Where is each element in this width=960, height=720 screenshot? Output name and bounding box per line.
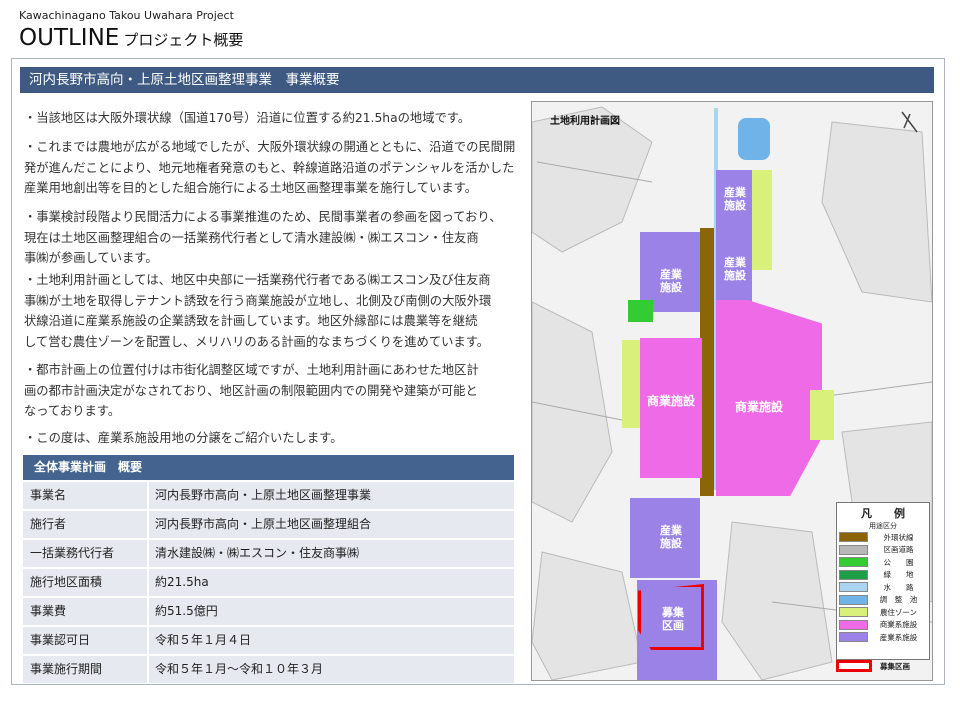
legend-swatch: [839, 582, 868, 593]
legend-label: 公 園: [883, 557, 914, 567]
label-industrial-west: 産業施設: [660, 268, 682, 294]
row-label: 事業認可日: [30, 633, 91, 647]
legend-label: 外環状線: [883, 532, 914, 542]
row-value: 令和５年１月～令和１０年３月: [147, 656, 514, 683]
row-value: 河内長野市高向・上原土地区画整理事業: [147, 482, 514, 509]
paragraph-line: ・都市計画上の位置付けは市街化調整区域ですが、土地利用計画にあわせた地区計: [24, 363, 479, 377]
label-industrial-south: 産業施設: [660, 524, 682, 550]
page-title: OUTLINE プロジェクト概要: [19, 24, 243, 54]
paragraph-line: 現在は土地区画整理組合の一括業務代行者として清水建設㈱・㈱エスコン・住友商: [24, 230, 479, 245]
paragraph-line: 事㈱が土地を取得しテナント誘致を行う商業施設が立地し、北側及び南側の大阪外環: [24, 293, 492, 308]
paragraph: ・事業検討段階より民間活力による事業推進のため、民間事業者の参画を図っており、現…: [24, 207, 518, 269]
row-value: 河内長野市高向・上原土地区画整理組合: [147, 511, 514, 538]
legend-item: 公 園: [837, 556, 929, 569]
beltway-road: [700, 228, 714, 496]
legend-item: 商業系施設: [837, 619, 929, 632]
legend-recruitment-label: 募集区画: [880, 662, 910, 671]
row-label: 事業施行期間: [30, 662, 103, 676]
label-commercial-west: 商業施設: [646, 394, 695, 408]
paragraph-line: ・事業検討段階より民間活力による事業推進のため、民間事業者の参画を図っており、: [24, 210, 502, 224]
legend-item: 産業系施設: [837, 631, 929, 644]
paragraph: ・当該地区は大阪外環状線（国道170号）沿道に位置する約21.5haの地域です。: [24, 108, 518, 129]
legend-swatch: [839, 557, 868, 568]
summary-table-title: 全体事業計画 概要: [23, 455, 514, 480]
paragraph: ・土地利用計画としては、地区中央部に一括業務代行者である㈱エスコン及び住友商 事㈱…: [24, 270, 518, 352]
legend-title: 凡 例: [861, 507, 905, 520]
label-commercial-east: 商業施設: [734, 400, 783, 414]
legend-label: 商業系施設: [879, 620, 918, 630]
legend-swatch: [839, 544, 868, 555]
row-value: 令和５年１月４日: [147, 627, 514, 654]
legend-label: 産業系施設: [879, 632, 918, 642]
paragraph-line: ・これまでは農地が広がる地域でしたが、大阪外環状線の開通とともに、沿道での民間開: [24, 140, 516, 154]
row-value: 約21.5ha: [147, 569, 514, 596]
legend-header: 用途区分: [869, 522, 897, 530]
paragraph-line: ・この度は、産業系施設用地の分譲をご紹介いたします。: [24, 431, 343, 445]
farm-zone-north: [752, 170, 772, 270]
legend-label: 農住ゾーン: [879, 607, 918, 617]
table-row: 事業名 河内長野市高向・上原土地区画整理事業: [23, 480, 514, 509]
legend-swatch: [839, 632, 868, 643]
legend-label: 区画道路: [883, 545, 914, 555]
row-label: 施行地区面積: [30, 575, 103, 589]
project-name: Kawachinagano Takou Uwahara Project: [19, 9, 234, 22]
legend-item: 区画道路: [837, 544, 929, 557]
label-industrial-north-2: 産業施設: [724, 256, 746, 282]
legend-swatch: [839, 607, 868, 618]
farm-zone-west: [622, 340, 640, 428]
paragraph-line: ・当該地区は大阪外環状線（国道170号）沿道に位置する約21.5haの地域です。: [24, 111, 471, 125]
legend-item: 調 整 池: [837, 594, 929, 607]
paragraph: ・これまでは農地が広がる地域でしたが、大阪外環状線の開通とともに、沿道での民間開…: [24, 137, 518, 199]
table-row: 事業費 約51.5億円: [23, 596, 514, 625]
legend-item: 外環状線: [837, 531, 929, 544]
table-row: 事業認可日 令和５年１月４日: [23, 625, 514, 654]
paragraph-line: 産業用地創出等を目的とした組合施行による土地区画整理事業を施行しています。: [24, 181, 478, 195]
legend-recruitment-swatch: [836, 660, 872, 672]
row-label: 事業名: [30, 488, 67, 502]
paragraph-line: なっております。: [24, 404, 121, 418]
legend-swatch: [839, 619, 868, 630]
outline-title: OUTLINE: [19, 25, 120, 51]
table-row: 一括業務代行者 清水建設㈱・㈱エスコン・住友商事㈱: [23, 538, 514, 567]
paragraph-line: 状線沿道に産業系施設の企業誘致を計画しています。地区外縁部には農業等を継続: [24, 314, 478, 328]
park-block: [628, 300, 653, 322]
row-value: 清水建設㈱・㈱エスコン・住友商事㈱: [147, 540, 514, 567]
row-label: 施行者: [30, 517, 67, 531]
legend-swatch: [839, 532, 868, 543]
outline-subtitle: プロジェクト概要: [123, 31, 244, 49]
label-industrial-north: 産業施設: [724, 186, 746, 212]
table-row: 事業施行期間 令和５年１月～令和１０年３月: [23, 654, 514, 683]
section-title: 河内長野市高向・上原土地区画整理事業 事業概要: [20, 67, 934, 93]
map-title: 土地利用計画図: [550, 116, 620, 127]
legend-item: 水 路: [837, 581, 929, 594]
legend-item: 緑 地: [837, 569, 929, 582]
paragraph-line: ・土地利用計画としては、地区中央部に一括業務代行者である㈱エスコン及び住友商: [24, 273, 491, 287]
legend-label: 調 整 池: [879, 595, 918, 605]
map-legend: 凡 例 用途区分 外環状線区画道路公 園緑 地水 路調 整 池農住ゾーン商業系施…: [836, 502, 930, 660]
paragraph-line: 画の都市計画決定がなされており、地区計画の制限範囲内での開発や建築が可能と: [24, 383, 478, 398]
label-recruitment-lot: 募集区画: [662, 606, 684, 632]
legend-item: 農住ゾーン: [837, 606, 929, 619]
table-row: 施行者 河内長野市高向・上原土地区画整理組合: [23, 509, 514, 538]
paragraph-line: して営む農住ゾーンを配置し、メリハリのある計画的なまちづくりを進めています。: [24, 334, 490, 349]
legend-label: 水 路: [883, 582, 914, 592]
pond-block: [738, 118, 770, 160]
legend-swatch: [839, 594, 868, 605]
paragraph-line: 事㈱が参画しています。: [24, 251, 158, 265]
paragraph: ・この度は、産業系施設用地の分譲をご紹介いたします。: [24, 428, 518, 449]
row-value: 約51.5億円: [147, 598, 514, 625]
table-row: 施行地区面積 約21.5ha: [23, 567, 514, 596]
legend-label: 緑 地: [883, 570, 914, 580]
row-label: 一括業務代行者: [30, 546, 115, 560]
legend-swatch: [839, 569, 868, 580]
paragraph: ・都市計画上の位置付けは市街化調整区域ですが、土地利用計画にあわせた地区計 画の都…: [24, 360, 518, 422]
farm-zone-east: [810, 390, 834, 440]
row-label: 事業費: [30, 604, 67, 618]
summary-table: 全体事業計画 概要 事業名 河内長野市高向・上原土地区画整理事業施行者 河内長野市高…: [23, 455, 514, 683]
paragraph-line: 発が進んだことにより、地元地権者発意のもと、幹線道路沿道のポテンシャルを活かした: [24, 160, 515, 175]
